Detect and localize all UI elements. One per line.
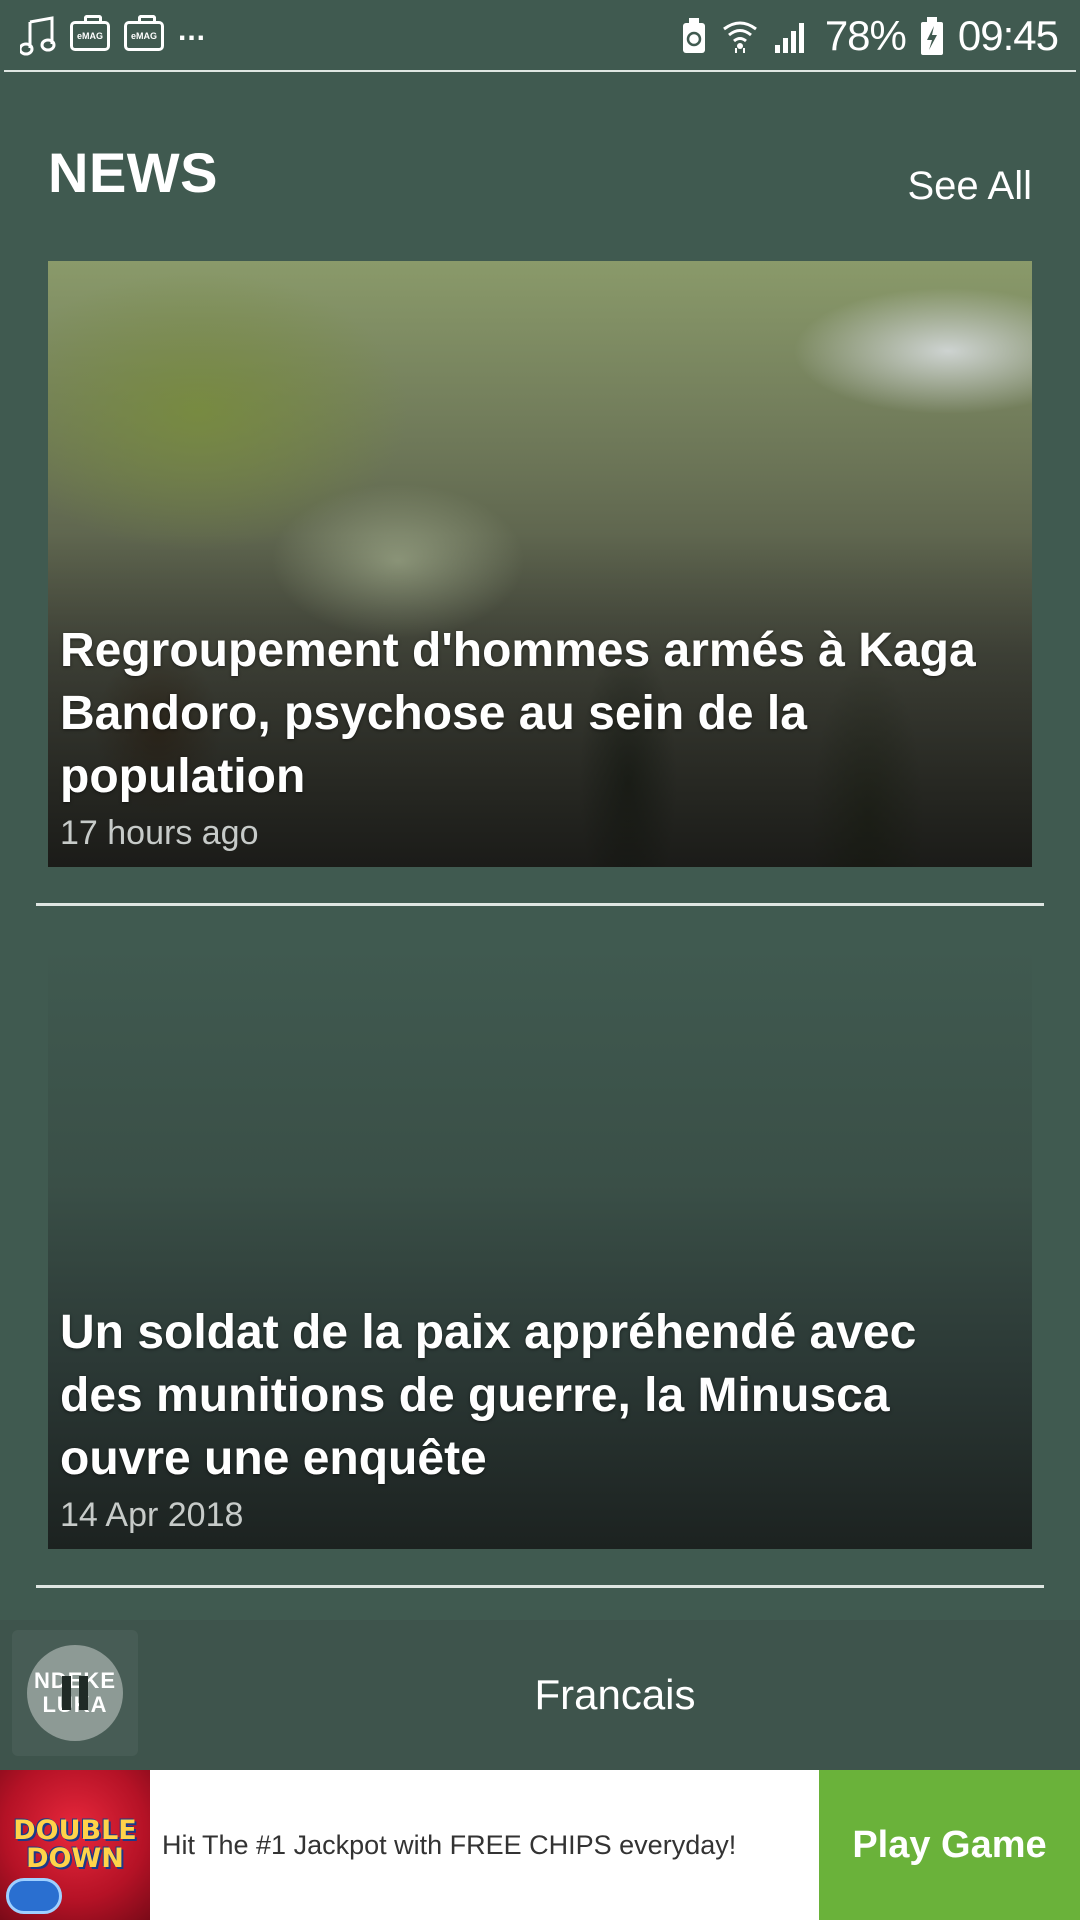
ad-logo[interactable]: DOUBLE DOWN xyxy=(0,1770,150,1920)
emag-notification-icon: eMAG xyxy=(124,15,164,51)
article-timestamp: 14 Apr 2018 xyxy=(60,1496,244,1534)
article-text: Regroupement d'hommes armés à Kaga Bando… xyxy=(60,619,982,853)
battery-percent: 78% xyxy=(824,12,907,59)
divider xyxy=(36,1585,1044,1588)
wifi-icon xyxy=(721,17,759,55)
battery-charging-icon xyxy=(920,16,944,56)
see-all-link[interactable]: See All xyxy=(907,164,1032,209)
news-article-card[interactable]: Regroupement d'hommes armés à Kaga Bando… xyxy=(48,261,1032,867)
ad-banner[interactable]: DOUBLE DOWN Hit The #1 Jackpot with FREE… xyxy=(0,1770,1080,1920)
music-note-icon xyxy=(20,16,56,56)
status-bar-right: 78% 09:45 xyxy=(681,12,1059,60)
article-headline: Regroupement d'hommes armés à Kaga Bando… xyxy=(60,624,976,803)
divider xyxy=(36,903,1044,906)
ad-logo-line: DOWN xyxy=(26,1843,124,1874)
news-article-card[interactable]: Un soldat de la paix appréhendé avec des… xyxy=(48,943,1032,1549)
more-notifications-indicator: ... xyxy=(178,14,207,47)
ad-logo-text: DOUBLE DOWN xyxy=(13,1817,137,1873)
battery-saver-icon xyxy=(681,17,707,55)
radio-player-bar: NDEKE LUKA Francais xyxy=(0,1620,1080,1770)
status-bar: eMAG eMAG ... 78% 09:45 xyxy=(0,0,1080,72)
article-headline: Un soldat de la paix appréhendé avec des… xyxy=(60,1306,917,1485)
article-text: Un soldat de la paix appréhendé avec des… xyxy=(60,1301,982,1535)
page-title: NEWS xyxy=(48,141,218,204)
news-section-header: NEWS See All xyxy=(48,140,1032,220)
pause-icon[interactable] xyxy=(62,1676,88,1710)
ad-text[interactable]: Hit The #1 Jackpot with FREE CHIPS every… xyxy=(150,1770,819,1920)
ad-logo-line: DOUBLE xyxy=(13,1815,137,1846)
ad-play-icon xyxy=(6,1878,62,1914)
status-bar-left: eMAG eMAG ... xyxy=(20,14,207,56)
station-logo-circle: NDEKE LUKA xyxy=(27,1645,123,1741)
language-selector[interactable]: Francais xyxy=(500,1620,730,1770)
article-timestamp: 17 hours ago xyxy=(60,814,259,852)
play-game-button[interactable]: Play Game xyxy=(819,1770,1080,1920)
station-logo[interactable]: NDEKE LUKA xyxy=(12,1630,138,1756)
clock: 09:45 xyxy=(957,12,1059,59)
emag-notification-icon: eMAG xyxy=(70,15,110,51)
cellular-signal-icon xyxy=(773,17,811,55)
